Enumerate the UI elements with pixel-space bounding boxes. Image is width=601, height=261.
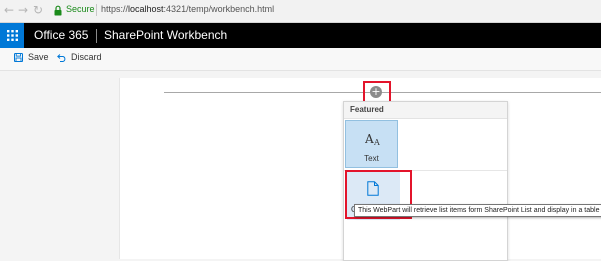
app-title: SharePoint Workbench	[104, 28, 228, 42]
brand-separator	[96, 29, 97, 43]
featured-label: Featured	[350, 105, 384, 114]
forward-arrow-icon[interactable]: →	[18, 3, 28, 17]
webpart-tile-text[interactable]: A A Text	[345, 120, 398, 168]
back-arrow-icon[interactable]: ←	[4, 3, 14, 17]
address-separator	[96, 4, 97, 16]
toolbox-section-header: Featured	[344, 102, 507, 119]
url-field[interactable]: https://localhost:4321/temp/workbench.ht…	[101, 4, 274, 14]
waffle-icon	[7, 30, 18, 41]
highlight-box-add	[363, 81, 391, 103]
app-launcher-button[interactable]	[0, 23, 24, 48]
save-button[interactable]: Save	[14, 52, 49, 62]
command-bar: Save Discard	[0, 48, 601, 71]
reload-icon[interactable]: ↻	[33, 3, 43, 17]
brand-title[interactable]: Office 365	[34, 28, 88, 42]
save-label: Save	[28, 52, 49, 62]
browser-address-bar: ← → ↻ Secure https://localhost:4321/temp…	[0, 0, 601, 23]
tile-label-text: Text	[364, 154, 379, 163]
secure-label: Secure	[66, 4, 95, 14]
save-icon	[14, 53, 23, 62]
discard-label: Discard	[71, 52, 102, 62]
text-icon: A A	[365, 132, 380, 146]
svg-text:A: A	[373, 138, 380, 146]
svg-text:A: A	[365, 132, 374, 146]
suite-bar: Office 365 SharePoint Workbench	[0, 23, 601, 48]
webpart-tooltip: This WebPart will retrieve list items fo…	[354, 204, 601, 217]
undo-icon	[57, 54, 66, 62]
lock-icon	[54, 5, 62, 16]
discard-button[interactable]: Discard	[57, 52, 102, 62]
